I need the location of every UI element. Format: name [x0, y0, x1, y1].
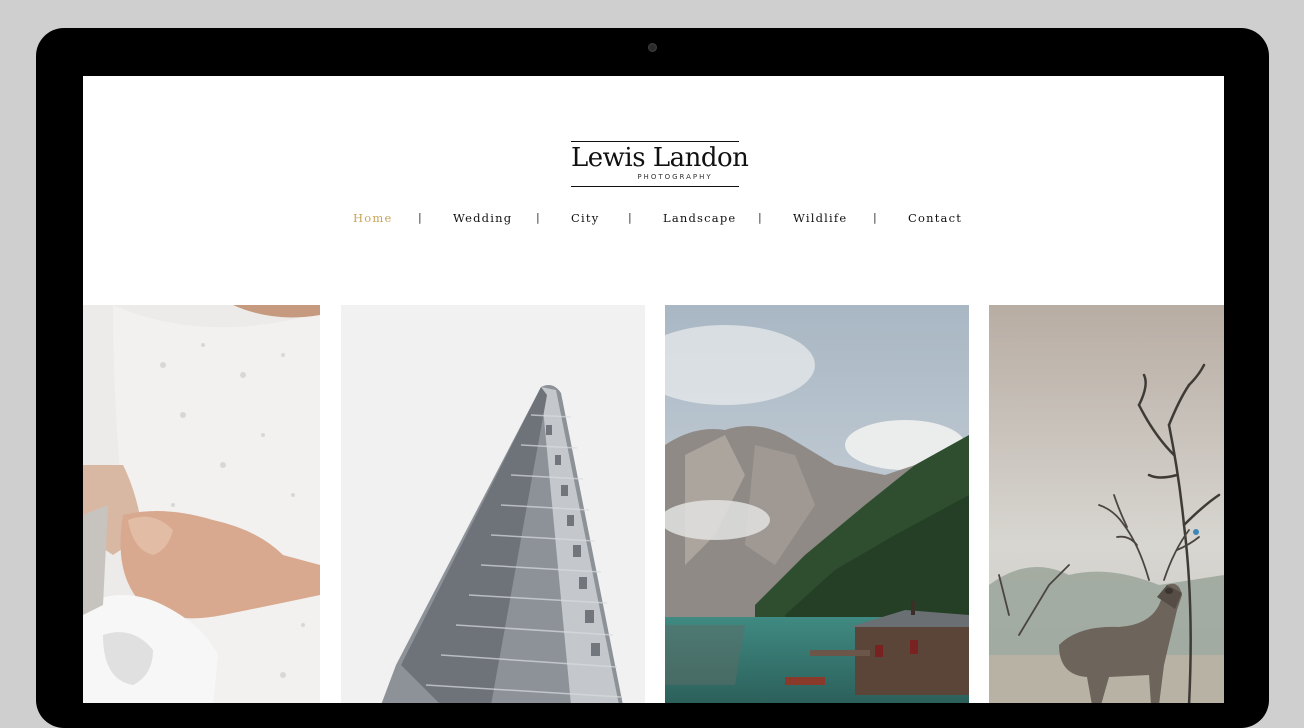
- camera-dot: [648, 43, 657, 52]
- nav-city[interactable]: City: [571, 211, 599, 225]
- logo-name: Lewis Landon: [571, 143, 749, 173]
- nav-separator: |: [758, 211, 762, 224]
- city-photo[interactable]: [341, 305, 645, 703]
- nav-wedding[interactable]: Wedding: [453, 211, 512, 225]
- website-screen: Lewis Landon PHOTOGRAPHY Home | Wedding …: [83, 76, 1224, 703]
- nav-separator: |: [873, 211, 877, 224]
- nav-separator: |: [628, 211, 632, 224]
- main-navigation: Home | Wedding | City | Landscape | Wild…: [83, 211, 1224, 227]
- site-logo[interactable]: Lewis Landon PHOTOGRAPHY: [571, 141, 749, 187]
- nav-wildlife[interactable]: Wildlife: [793, 211, 847, 225]
- nav-contact[interactable]: Contact: [908, 211, 962, 225]
- nav-separator: |: [418, 211, 422, 224]
- nav-landscape[interactable]: Landscape: [663, 211, 736, 225]
- logo-tagline: PHOTOGRAPHY: [637, 173, 713, 181]
- landscape-photo[interactable]: [665, 305, 969, 703]
- wildlife-photo[interactable]: [989, 305, 1224, 703]
- wedding-photo[interactable]: [83, 305, 320, 703]
- nav-separator: |: [536, 211, 540, 224]
- nav-home[interactable]: Home: [353, 211, 392, 225]
